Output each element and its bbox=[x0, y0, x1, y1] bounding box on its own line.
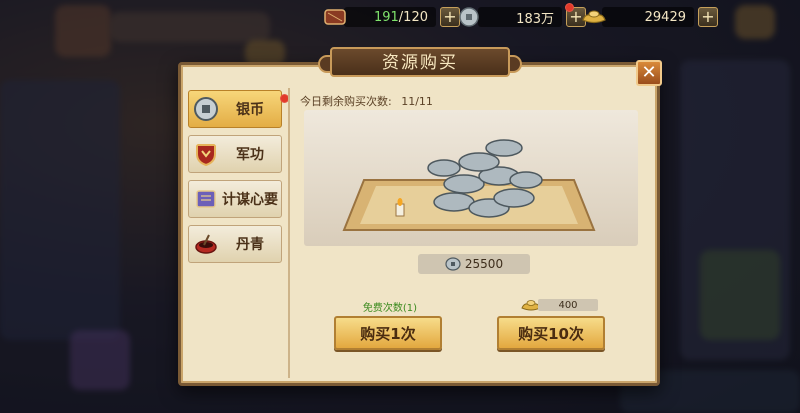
purchase-amount: 25500 bbox=[418, 254, 530, 274]
buy-ten-button[interactable]: 购买10次 bbox=[497, 316, 605, 350]
remaining-label: 今日剩余购买次数: bbox=[300, 95, 392, 108]
drum-icon bbox=[324, 9, 346, 25]
silver-coin-icon bbox=[194, 97, 218, 121]
item-preview bbox=[304, 110, 638, 246]
ink-bowl-icon bbox=[195, 234, 217, 254]
stamina-resource: 191 /120 + bbox=[322, 5, 460, 29]
silver-value: 183万 bbox=[478, 7, 562, 27]
ten-purchase-cost: 400 bbox=[520, 297, 598, 313]
silver-coin-icon bbox=[445, 257, 461, 271]
tab-military-merit[interactable]: 军功 bbox=[188, 135, 282, 173]
gold-ingot-icon bbox=[582, 10, 606, 24]
shield-badge-icon bbox=[196, 144, 216, 167]
remaining-value: 11/11 bbox=[401, 95, 433, 108]
tab-label: 军功 bbox=[236, 147, 264, 163]
tab-label: 丹青 bbox=[236, 237, 264, 253]
stamina-current: 191 bbox=[373, 9, 399, 25]
free-count-label: 免费次数(1) bbox=[362, 303, 418, 314]
ten-purchase-cost-value: 400 bbox=[538, 299, 598, 311]
tab-silver[interactable]: 银币 bbox=[188, 90, 282, 128]
gold-resource: 29429 + bbox=[580, 5, 718, 29]
scroll-book-icon bbox=[196, 190, 216, 208]
close-button[interactable]: ✕ bbox=[636, 60, 662, 86]
resource-tabs: 银币 军功 计谋心要 丹青 bbox=[188, 90, 284, 270]
tab-divider bbox=[288, 88, 290, 378]
tab-painting[interactable]: 丹青 bbox=[188, 225, 282, 263]
tab-strategy-essence[interactable]: 计谋心要 bbox=[188, 180, 282, 218]
silver-coin-pile-image bbox=[342, 139, 596, 231]
remaining-purchases: 今日剩余购买次数: 11/11 bbox=[300, 93, 433, 109]
buy-one-button[interactable]: 购买1次 bbox=[334, 316, 442, 350]
tab-label: 银币 bbox=[236, 102, 264, 118]
add-gold-button[interactable]: + bbox=[698, 7, 718, 27]
gold-value: 29429 bbox=[602, 7, 694, 27]
stamina-max: /120 bbox=[398, 9, 428, 25]
silver-coin-icon bbox=[459, 7, 479, 27]
purchase-amount-value: 25500 bbox=[464, 257, 504, 271]
notification-dot bbox=[565, 3, 574, 12]
stamina-value: 191 /120 bbox=[344, 7, 436, 27]
tab-label: 计谋心要 bbox=[222, 192, 278, 208]
dialog-title: 资源购买 bbox=[330, 47, 510, 77]
